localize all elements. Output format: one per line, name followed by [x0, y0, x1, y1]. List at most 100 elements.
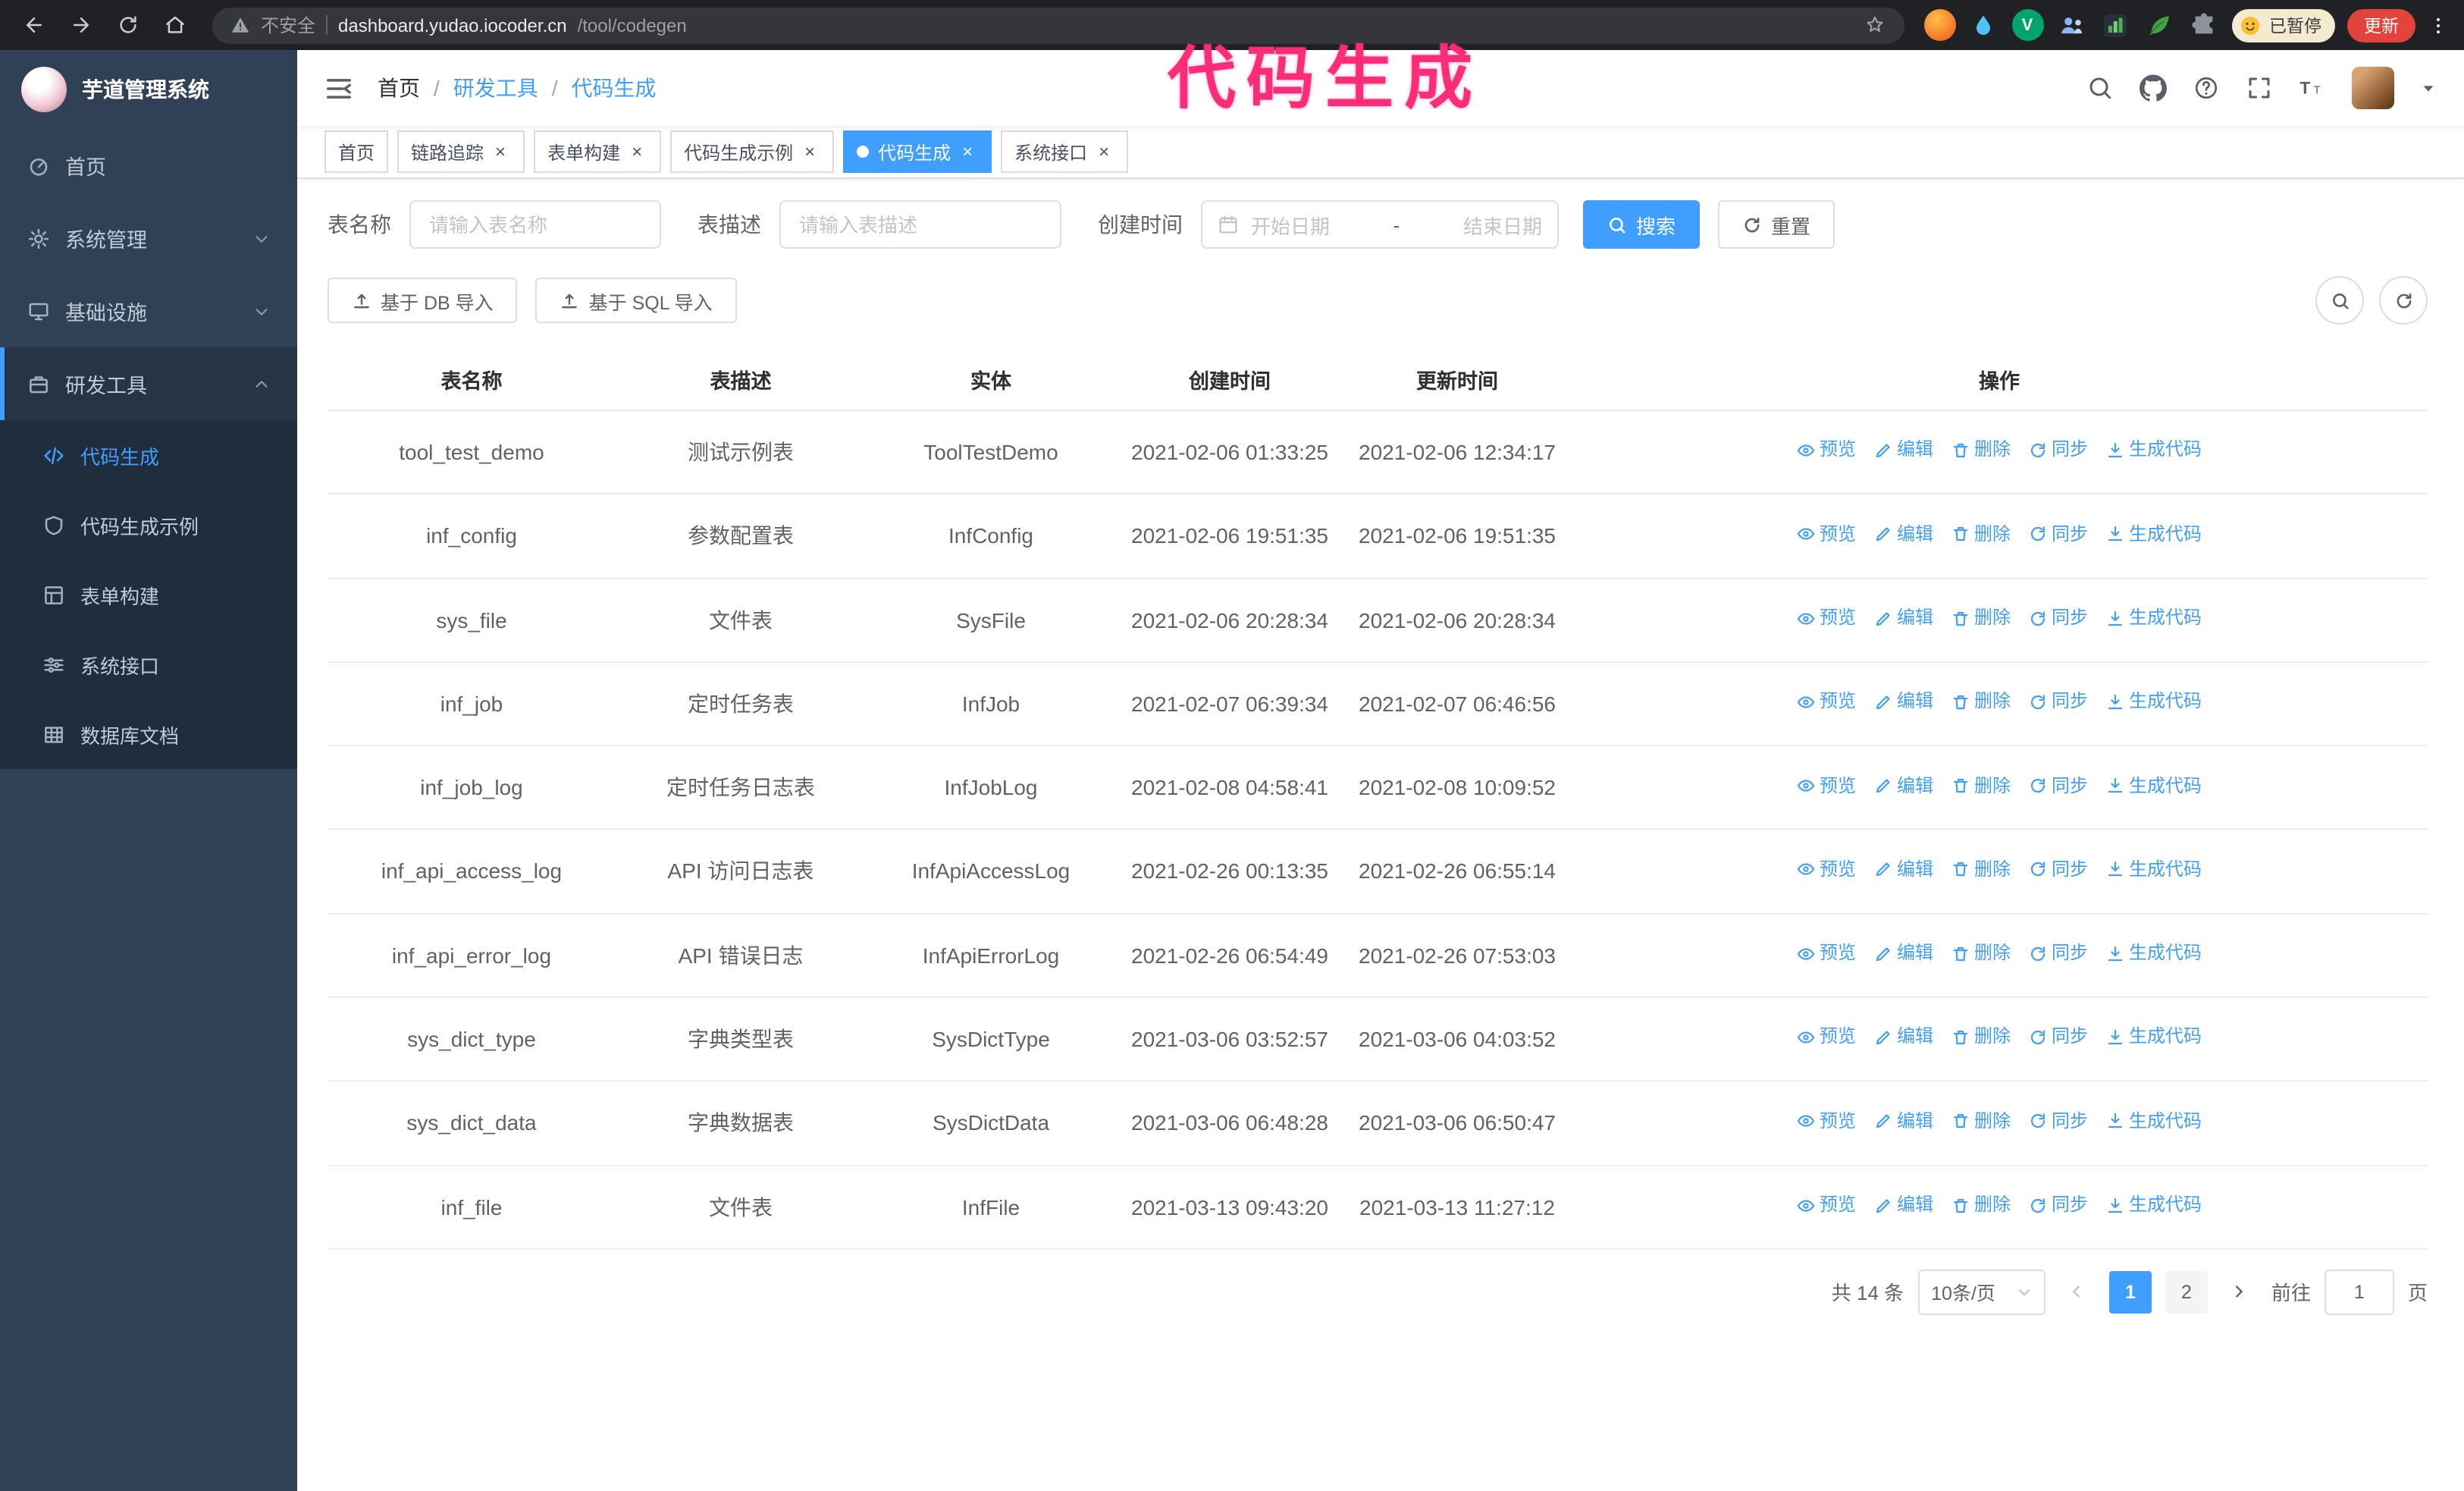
- table-name-input[interactable]: [409, 200, 661, 249]
- chrome-update-button[interactable]: 更新: [2347, 8, 2415, 42]
- row-action-download-link[interactable]: 生成代码: [2106, 940, 2202, 967]
- row-action-sync-link[interactable]: 同步: [2029, 605, 2088, 632]
- row-action-download-link[interactable]: 生成代码: [2106, 1025, 2202, 1051]
- page-size-select[interactable]: 10条/页: [1917, 1269, 2045, 1315]
- sidebar-item-infrastructure[interactable]: 基础设施: [0, 275, 297, 347]
- row-action-download-link[interactable]: 生成代码: [2106, 773, 2202, 799]
- url-bar[interactable]: 不安全 dashboard.yudao.iocoder.cn /tool/cod…: [212, 7, 1904, 43]
- row-action-eye-link[interactable]: 预览: [1797, 689, 1856, 715]
- row-action-download-link[interactable]: 生成代码: [2106, 857, 2202, 884]
- extension-droplet-icon[interactable]: [1967, 9, 1999, 41]
- row-action-eye-link[interactable]: 预览: [1797, 521, 1856, 548]
- search-button[interactable]: 搜索: [1583, 200, 1701, 249]
- extension-dark-green-icon[interactable]: [2099, 9, 2131, 41]
- home-button[interactable]: [156, 7, 193, 43]
- row-action-sync-link[interactable]: 同步: [2029, 773, 2088, 799]
- row-action-sync-link[interactable]: 同步: [2029, 1108, 2088, 1135]
- row-action-trash-link[interactable]: 删除: [1951, 1108, 2011, 1135]
- back-button[interactable]: [15, 7, 52, 43]
- sidebar-item-system-management[interactable]: 系统管理: [0, 202, 297, 275]
- tab-trace[interactable]: 链路追踪 ×: [397, 130, 525, 173]
- search-icon[interactable]: [2086, 74, 2114, 102]
- sidebar-item-dev-tools[interactable]: 研发工具: [0, 347, 297, 420]
- goto-page-input[interactable]: [2324, 1269, 2394, 1315]
- github-icon[interactable]: [2140, 74, 2167, 102]
- row-action-edit-link[interactable]: 编辑: [1874, 940, 1933, 967]
- row-action-edit-link[interactable]: 编辑: [1874, 1025, 1933, 1051]
- row-action-edit-link[interactable]: 编辑: [1874, 438, 1933, 464]
- row-action-eye-link[interactable]: 预览: [1797, 438, 1856, 464]
- tab-system-api[interactable]: 系统接口 ×: [1001, 130, 1129, 173]
- sidebar-item-codegen-example[interactable]: 代码生成示例: [0, 490, 297, 560]
- sidebar-item-code-generation[interactable]: 代码生成: [0, 420, 297, 490]
- page-button-2[interactable]: 2: [2165, 1270, 2208, 1314]
- next-page-button[interactable]: [2221, 1271, 2258, 1314]
- extension-orange-icon[interactable]: [1923, 9, 1955, 41]
- row-action-trash-link[interactable]: 删除: [1951, 689, 2011, 715]
- row-action-edit-link[interactable]: 编辑: [1874, 1108, 1933, 1135]
- reload-button[interactable]: [109, 7, 146, 43]
- row-action-download-link[interactable]: 生成代码: [2106, 1192, 2202, 1219]
- breadcrumb-home[interactable]: 首页: [378, 73, 420, 103]
- close-icon[interactable]: ×: [626, 141, 647, 162]
- user-avatar[interactable]: [2352, 67, 2394, 109]
- kebab-menu-icon[interactable]: [2428, 11, 2449, 39]
- row-action-download-link[interactable]: 生成代码: [2106, 438, 2202, 464]
- refresh-table-button[interactable]: [2379, 276, 2428, 325]
- row-action-download-link[interactable]: 生成代码: [2106, 605, 2202, 632]
- row-action-download-link[interactable]: 生成代码: [2106, 521, 2202, 548]
- sidebar-item-system-api[interactable]: 系统接口: [0, 629, 297, 699]
- sidebar-item-form-builder[interactable]: 表单构建: [0, 560, 297, 629]
- row-action-trash-link[interactable]: 删除: [1951, 773, 2011, 799]
- row-action-eye-link[interactable]: 预览: [1797, 1108, 1856, 1135]
- row-action-edit-link[interactable]: 编辑: [1874, 689, 1933, 715]
- row-action-trash-link[interactable]: 删除: [1951, 438, 2011, 464]
- tab-codegen-example[interactable]: 代码生成示例 ×: [670, 130, 835, 173]
- row-action-eye-link[interactable]: 预览: [1797, 857, 1856, 884]
- breadcrumb-dev-tools[interactable]: 研发工具: [453, 73, 538, 103]
- table-desc-input[interactable]: [779, 200, 1061, 249]
- import-db-button[interactable]: 基于 DB 导入: [328, 278, 518, 323]
- tab-home[interactable]: 首页: [324, 130, 389, 173]
- row-action-trash-link[interactable]: 删除: [1951, 1192, 2011, 1219]
- forward-button[interactable]: [62, 7, 99, 43]
- close-icon[interactable]: ×: [1093, 141, 1114, 162]
- sidebar-item-database-doc[interactable]: 数据库文档: [0, 699, 297, 769]
- row-action-trash-link[interactable]: 删除: [1951, 521, 2011, 548]
- toggle-search-button[interactable]: [2315, 276, 2364, 325]
- row-action-edit-link[interactable]: 编辑: [1874, 521, 1933, 548]
- row-action-edit-link[interactable]: 编辑: [1874, 857, 1933, 884]
- extensions-puzzle-icon[interactable]: [2187, 9, 2219, 41]
- extension-leaf-icon[interactable]: [2143, 9, 2175, 41]
- row-action-sync-link[interactable]: 同步: [2029, 689, 2088, 715]
- row-action-trash-link[interactable]: 删除: [1951, 605, 2011, 632]
- row-action-trash-link[interactable]: 删除: [1951, 940, 2011, 967]
- extension-people-icon[interactable]: [2055, 9, 2087, 41]
- tab-form-builder[interactable]: 表单构建 ×: [534, 130, 662, 173]
- reset-button[interactable]: 重置: [1718, 200, 1835, 249]
- date-range-picker[interactable]: 开始日期 - 结束日期: [1201, 200, 1559, 249]
- app-logo[interactable]: 芋道管理系统: [0, 50, 297, 129]
- row-action-download-link[interactable]: 生成代码: [2106, 1108, 2202, 1135]
- sidebar-item-home[interactable]: 首页: [0, 129, 297, 202]
- tab-code-generation[interactable]: 代码生成 ×: [843, 130, 992, 173]
- row-action-eye-link[interactable]: 预览: [1797, 940, 1856, 967]
- row-action-sync-link[interactable]: 同步: [2029, 857, 2088, 884]
- row-action-sync-link[interactable]: 同步: [2029, 940, 2088, 967]
- close-icon[interactable]: ×: [799, 141, 820, 162]
- row-action-trash-link[interactable]: 删除: [1951, 857, 2011, 884]
- sidebar-toggle-icon[interactable]: [324, 74, 353, 102]
- paused-badge[interactable]: 已暂停: [2231, 8, 2335, 42]
- extension-green-v-icon[interactable]: V: [2011, 9, 2043, 41]
- row-action-sync-link[interactable]: 同步: [2029, 521, 2088, 548]
- row-action-edit-link[interactable]: 编辑: [1874, 1192, 1933, 1219]
- font-size-icon[interactable]: TT: [2299, 74, 2326, 102]
- row-action-download-link[interactable]: 生成代码: [2106, 689, 2202, 715]
- close-icon[interactable]: ×: [490, 141, 511, 162]
- fullscreen-icon[interactable]: [2246, 74, 2273, 102]
- row-action-edit-link[interactable]: 编辑: [1874, 605, 1933, 632]
- caret-down-icon[interactable]: [2420, 80, 2437, 96]
- close-icon[interactable]: ×: [957, 141, 978, 162]
- prev-page-button[interactable]: [2059, 1271, 2096, 1314]
- row-action-eye-link[interactable]: 预览: [1797, 605, 1856, 632]
